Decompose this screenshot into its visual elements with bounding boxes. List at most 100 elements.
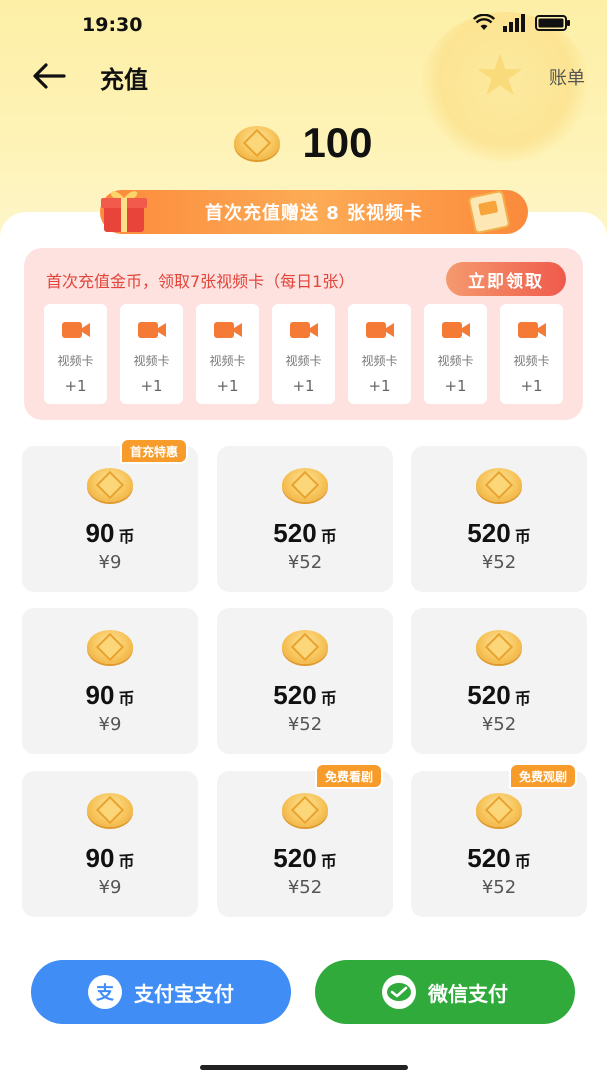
video-card-item: 视频卡 +1	[196, 304, 259, 404]
video-card-label: 视频卡	[57, 354, 94, 368]
battery-icon	[535, 14, 571, 32]
coin-package-card[interactable]: 520 币 ¥52	[411, 608, 587, 754]
package-coin-amount: 90 币	[22, 518, 198, 549]
package-price: ¥9	[98, 552, 122, 573]
gift-box-icon	[96, 186, 152, 234]
video-card-count: +1	[64, 377, 87, 395]
video-card-label: 视频卡	[285, 354, 322, 368]
coin-package-card[interactable]: 90 币 ¥9	[22, 608, 198, 754]
coin-icon	[476, 793, 522, 827]
package-tag-badge: 免费看剧	[315, 763, 384, 789]
claim-now-button[interactable]: 立即领取	[446, 262, 566, 296]
nav-bar: 充值 账单	[0, 50, 607, 104]
coin-icon	[87, 630, 133, 664]
alipay-icon: 支	[88, 975, 122, 1009]
package-price: ¥52	[481, 877, 517, 898]
coin-icon	[87, 793, 133, 827]
coin-package-card[interactable]: 520 币 ¥52 免费看剧	[217, 763, 393, 917]
package-coin-amount: 520 币	[411, 680, 587, 711]
video-camera-icon	[213, 320, 243, 340]
video-card-item: 视频卡 +1	[44, 304, 107, 404]
balance-value: 100	[302, 119, 373, 166]
video-card-count: +1	[368, 377, 391, 395]
coin-icon	[234, 126, 281, 160]
coin-package-card[interactable]: 520 币 ¥52	[217, 608, 393, 754]
package-tag-badge: 首充特惠	[120, 438, 189, 464]
wifi-icon	[473, 14, 495, 32]
package-coins: 520	[467, 518, 511, 548]
video-card-list: 视频卡 +1 视频卡 +1 视频卡 +1 视频卡 +1 视频卡 +1 视频卡 +1 视频卡 +1	[44, 304, 563, 404]
coin-unit: 币	[320, 527, 337, 546]
coin-icon	[87, 468, 133, 502]
video-camera-icon	[365, 320, 395, 340]
package-coins: 90	[85, 843, 115, 873]
package-coin-amount: 90 币	[22, 843, 198, 874]
package-price: ¥52	[481, 552, 517, 573]
video-card-item: 视频卡 +1	[424, 304, 487, 404]
video-card-label: 视频卡	[133, 354, 170, 368]
coin-unit: 币	[514, 852, 531, 871]
bill-link[interactable]: 账单	[549, 64, 585, 90]
video-camera-icon	[61, 320, 91, 340]
coin-icon	[476, 630, 522, 664]
coin-icon	[282, 468, 328, 502]
video-card-item: 视频卡 +1	[348, 304, 411, 404]
status-icons	[473, 14, 571, 32]
wechat-pay-icon	[382, 975, 416, 1009]
video-card-count: +1	[444, 377, 467, 395]
package-price: ¥9	[98, 877, 122, 898]
coin-package-card[interactable]: 520 币 ¥52 免费观剧	[411, 763, 587, 917]
package-price: ¥52	[287, 714, 323, 735]
coin-unit: 币	[514, 527, 531, 546]
video-card-label: 视频卡	[209, 354, 246, 368]
video-card-item: 视频卡 +1	[272, 304, 335, 404]
coin-icon	[282, 630, 328, 664]
video-card-item: 视频卡 +1	[500, 304, 563, 404]
coin-package-card[interactable]: 520 币 ¥52	[217, 446, 393, 592]
package-price: ¥52	[287, 552, 323, 573]
package-coin-amount: 520 币	[411, 843, 587, 874]
coin-package-card[interactable]: 90 币 ¥9	[22, 771, 198, 917]
first-charge-description: 首次充值金币，领取7张视频卡（每日1张）	[46, 272, 355, 291]
video-card-count: +1	[140, 377, 163, 395]
coin-package-card[interactable]: 90 币 ¥9 首充特惠	[22, 438, 198, 592]
coin-unit: 币	[514, 689, 531, 708]
coin-unit: 币	[118, 689, 135, 708]
signal-icon	[503, 14, 527, 32]
package-price: ¥52	[287, 877, 323, 898]
package-coins: 520	[467, 843, 511, 873]
coin-unit: 币	[118, 527, 135, 546]
coin-icon	[282, 793, 328, 827]
package-coin-amount: 90 币	[22, 680, 198, 711]
video-card-label: 视频卡	[361, 354, 398, 368]
video-card-count: +1	[292, 377, 315, 395]
alipay-label: 支付宝支付	[134, 981, 234, 1006]
package-coins: 520	[467, 680, 511, 710]
home-indicator[interactable]	[200, 1065, 408, 1070]
promo-text: 首次充值赠送 8 张视频卡	[204, 203, 424, 224]
package-tag-badge: 免费观剧	[509, 763, 578, 789]
package-price: ¥52	[481, 714, 517, 735]
coin-unit: 币	[320, 852, 337, 871]
video-card-item: 视频卡 +1	[120, 304, 183, 404]
page-title: 充值	[100, 66, 148, 94]
coin-unit: 币	[118, 852, 135, 871]
package-coins: 520	[273, 843, 317, 873]
package-coins: 520	[273, 680, 317, 710]
video-card-count: +1	[520, 377, 543, 395]
package-coin-amount: 520 币	[217, 843, 393, 874]
package-coins: 90	[85, 518, 115, 548]
back-arrow-icon[interactable]	[32, 62, 66, 90]
wechat-pay-button[interactable]: 微信支付	[315, 960, 575, 1024]
video-card-ticket-icon	[462, 188, 516, 234]
package-coins: 520	[273, 518, 317, 548]
coin-unit: 币	[320, 689, 337, 708]
wechat-pay-label: 微信支付	[428, 981, 508, 1006]
video-card-count: +1	[216, 377, 239, 395]
alipay-button[interactable]: 支 支付宝支付	[31, 960, 291, 1024]
package-coin-amount: 520 币	[217, 680, 393, 711]
package-coin-amount: 520 币	[217, 518, 393, 549]
coin-package-card[interactable]: 520 币 ¥52	[411, 446, 587, 592]
video-card-label: 视频卡	[437, 354, 474, 368]
package-price: ¥9	[98, 714, 122, 735]
